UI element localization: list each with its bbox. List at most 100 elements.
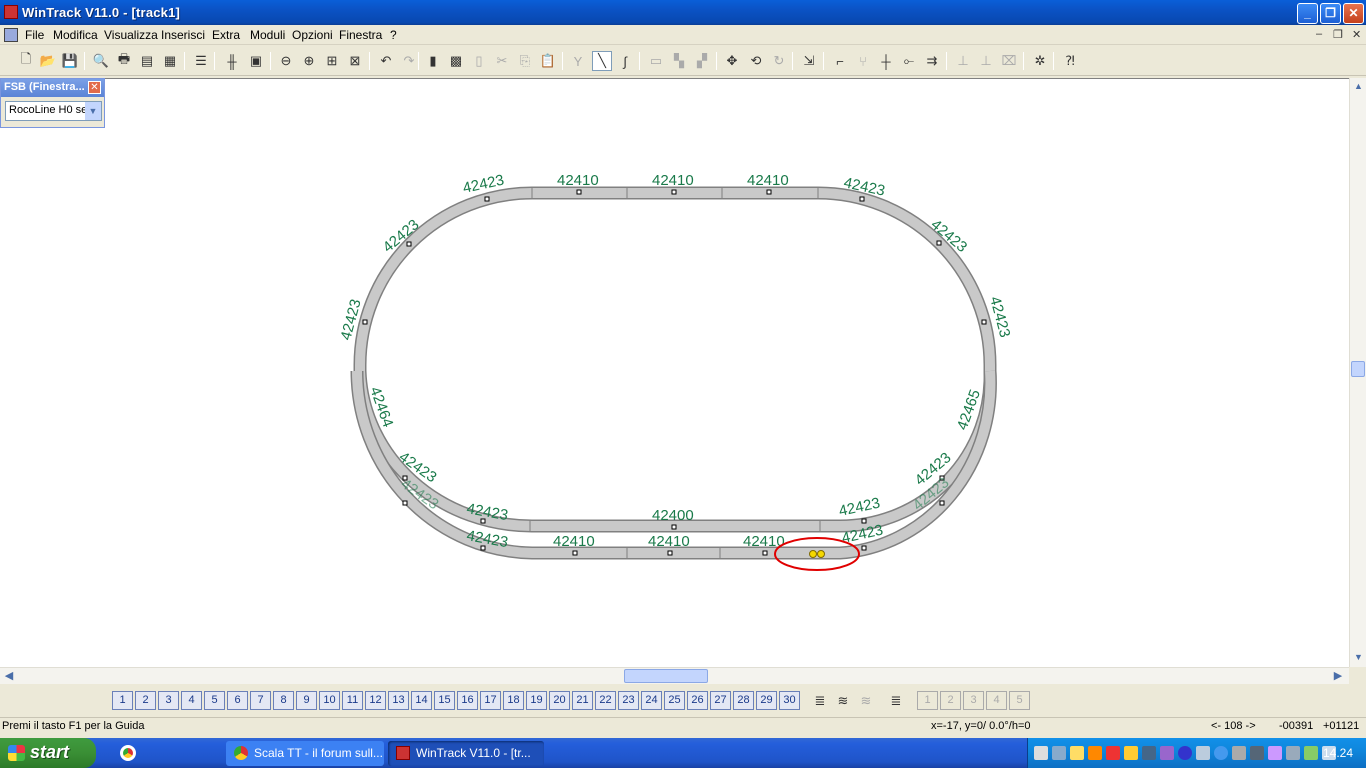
zoom-in-icon[interactable]: ⊕ <box>299 51 319 71</box>
menu-moduli[interactable]: Moduli <box>250 28 285 42</box>
chevron-down-icon[interactable]: ▼ <box>85 102 101 120</box>
vertical-scroll-thumb[interactable] <box>1351 361 1365 377</box>
layer-button[interactable]: 22 <box>595 691 616 710</box>
wintrack-app-icon[interactable] <box>4 5 18 19</box>
tray-icon[interactable] <box>1124 746 1138 760</box>
layers-red-icon[interactable]: ≋ <box>833 691 853 711</box>
align-3-icon[interactable]: ⌧ <box>999 51 1019 71</box>
paste-page-icon[interactable]: ▩ <box>446 51 466 71</box>
tray-icon[interactable] <box>1196 746 1210 760</box>
layer-button[interactable]: 16 <box>457 691 478 710</box>
scroll-up-icon[interactable]: ▲ <box>1352 80 1365 93</box>
layer-button[interactable]: 13 <box>388 691 409 710</box>
delete-icon[interactable]: ▯ <box>469 51 489 71</box>
layer-button[interactable]: 6 <box>227 691 248 710</box>
extra-layer-button[interactable]: 1 <box>917 691 938 710</box>
tray-icon[interactable] <box>1286 746 1300 760</box>
chrome-quicklaunch-icon[interactable] <box>120 745 136 761</box>
layer-button[interactable]: 2 <box>135 691 156 710</box>
layer-button[interactable]: 8 <box>273 691 294 710</box>
paste-icon[interactable]: 📋 <box>538 51 558 71</box>
fsb-close-icon[interactable]: ✕ <box>88 81 101 94</box>
taskbar-item-wintrack[interactable]: WinTrack V11.0 - [tr... <box>388 741 544 766</box>
cut-track-icon[interactable]: ⑂ <box>853 51 873 71</box>
flex-track-icon[interactable]: ⌐ <box>830 51 850 71</box>
extra-layer-button[interactable]: 3 <box>963 691 984 710</box>
straight-line-icon[interactable]: ╲ <box>592 51 612 71</box>
restore-button[interactable]: ❐ <box>1320 3 1341 24</box>
align-2-icon[interactable]: ⊥ <box>976 51 996 71</box>
grid-icon[interactable]: ▭ <box>646 51 666 71</box>
scroll-right-icon[interactable]: ▶ <box>1331 669 1345 683</box>
layer-button[interactable]: 18 <box>503 691 524 710</box>
layer-button[interactable]: 4 <box>181 691 202 710</box>
print-icon[interactable]: 🖶 <box>114 51 134 71</box>
menu-opzioni[interactable]: Opzioni <box>292 28 333 42</box>
curve-icon[interactable]: ∫ <box>615 51 635 71</box>
tray-icon[interactable] <box>1232 746 1246 760</box>
tray-icon[interactable] <box>1034 746 1048 760</box>
zoom-all-icon[interactable]: ⊠ <box>345 51 365 71</box>
tray-icon[interactable] <box>1268 746 1282 760</box>
horizontal-scroll-thumb[interactable] <box>624 669 708 683</box>
tray-icon[interactable] <box>1250 746 1264 760</box>
layer-button[interactable]: 21 <box>572 691 593 710</box>
split-icon[interactable]: ⟜ <box>899 51 919 71</box>
switch-icon[interactable]: Y <box>568 51 588 71</box>
layer-button[interactable]: 14 <box>411 691 432 710</box>
layer-button[interactable]: 9 <box>296 691 317 710</box>
layer-button[interactable]: 28 <box>733 691 754 710</box>
scroll-down-icon[interactable]: ▼ <box>1352 651 1365 664</box>
rotate-180-icon[interactable]: ↻ <box>769 51 789 71</box>
tray-icon[interactable] <box>1142 746 1156 760</box>
layer-button[interactable]: 17 <box>480 691 501 710</box>
drawing-canvas[interactable]: 42423 42410 42410 42410 42423 42423 4242… <box>0 78 1349 667</box>
layer-settings-icon[interactable]: ≣ <box>886 691 906 711</box>
open-icon[interactable]: 📂 <box>38 51 58 71</box>
settings-icon[interactable]: ✲ <box>1030 51 1050 71</box>
copy-icon[interactable]: ⎘ <box>515 51 535 71</box>
print-setup-icon[interactable]: ▤ <box>137 51 157 71</box>
vertical-scrollbar[interactable]: ▲ ▼ <box>1349 78 1366 667</box>
track-layout[interactable]: 42423 42410 42410 42410 42423 42423 4242… <box>0 79 1349 668</box>
layer-button[interactable]: 20 <box>549 691 570 710</box>
menu-modifica[interactable]: Modifica <box>53 28 98 42</box>
save-icon[interactable]: 💾 <box>60 51 80 71</box>
copy-page-icon[interactable]: ▮ <box>423 51 443 71</box>
new-icon[interactable]: 🗋 <box>16 51 36 71</box>
tray-icon[interactable] <box>1160 746 1174 760</box>
calculator-icon[interactable]: ▦ <box>160 51 180 71</box>
connect-icon[interactable]: ⇲ <box>799 51 819 71</box>
undo-icon[interactable]: ↶ <box>376 51 396 71</box>
group-icon[interactable]: ▚ <box>669 51 689 71</box>
menu-inserisci[interactable]: Inserisci <box>161 28 205 42</box>
track-system-select[interactable]: RocoLine H0 se ▼ <box>5 101 102 121</box>
bluetooth-icon[interactable] <box>1178 746 1192 760</box>
extra-layer-button[interactable]: 5 <box>1009 691 1030 710</box>
ungroup-icon[interactable]: ▞ <box>692 51 712 71</box>
layer-button[interactable]: 1 <box>112 691 133 710</box>
start-button[interactable]: start <box>0 738 96 768</box>
tray-icon[interactable] <box>1214 746 1228 760</box>
tray-icon[interactable] <box>1052 746 1066 760</box>
menu-help[interactable]: ? <box>390 28 397 42</box>
layer-button[interactable]: 26 <box>687 691 708 710</box>
layer-button[interactable]: 30 <box>779 691 800 710</box>
layer-button[interactable]: 27 <box>710 691 731 710</box>
layer-button[interactable]: 11 <box>342 691 363 710</box>
fsb-window[interactable]: FSB (Finestra... ✕ RocoLine H0 se ▼ <box>0 78 105 128</box>
zoom-window-icon[interactable]: ⊞ <box>322 51 342 71</box>
scroll-left-icon[interactable]: ◀ <box>2 669 16 683</box>
layers-icon[interactable]: ≣ <box>810 691 830 711</box>
image-icon[interactable]: ▣ <box>246 51 266 71</box>
layer-button[interactable]: 24 <box>641 691 662 710</box>
layer-button[interactable]: 23 <box>618 691 639 710</box>
join-icon[interactable]: ┼ <box>876 51 896 71</box>
zoom-out-icon[interactable]: ⊖ <box>276 51 296 71</box>
network-icon[interactable] <box>1304 746 1318 760</box>
tray-icon[interactable] <box>1088 746 1102 760</box>
menu-extra[interactable]: Extra <box>212 28 240 42</box>
menu-finestra[interactable]: Finestra <box>339 28 382 42</box>
layer-button[interactable]: 3 <box>158 691 179 710</box>
layer-button[interactable]: 5 <box>204 691 225 710</box>
